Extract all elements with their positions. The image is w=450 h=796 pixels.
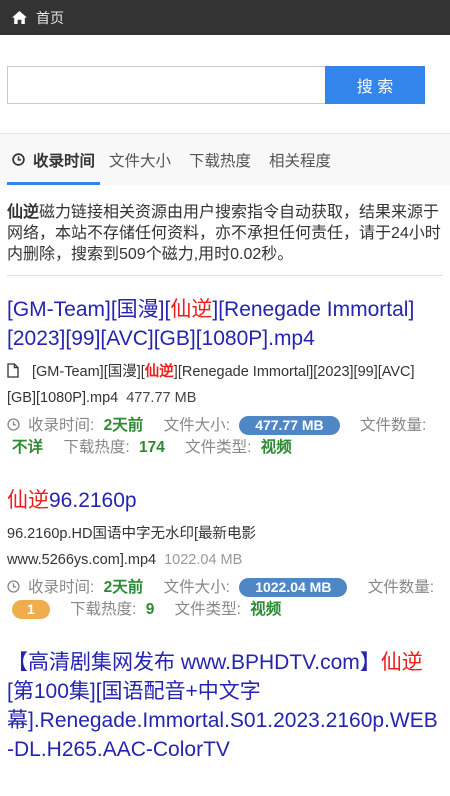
home-link[interactable]: 首页 [12, 8, 64, 28]
result-item: 【高清剧集网发布 www.BPHDTV.com】仙逆 [第100集][国语配音+中… [7, 648, 443, 764]
result-title-link[interactable]: 【高清剧集网发布 www.BPHDTV.com】仙逆 [第100集][国语配音+中… [7, 648, 443, 764]
title-keyword: 仙逆 [380, 651, 423, 674]
meta-added-time: 收录时间: 2天前 [7, 579, 143, 596]
meta-label: 文件类型: [174, 601, 241, 618]
file-size: 1022.04 MB [164, 552, 243, 568]
result-title-link[interactable]: 仙逆96.2160p [7, 486, 443, 515]
meta-file-size: 文件大小: 1022.04 MB [163, 578, 348, 597]
size-badge: 1022.04 MB [239, 578, 348, 597]
meta-label: 文件数量: [359, 417, 427, 434]
type-value: 视频 [260, 439, 292, 456]
home-icon [12, 11, 27, 24]
meta-download-heat: 下载热度: 174 [63, 439, 165, 456]
tab-label: 下载热度 [189, 152, 252, 170]
meta-label: 文件大小: [163, 417, 230, 434]
title-text: 【高清剧集网发布 www.BPHDTV.com】 [7, 651, 381, 674]
meta-label: 下载热度: [70, 601, 137, 618]
search-bar: 搜 索 [0, 35, 450, 133]
added-value: 2天前 [103, 417, 144, 434]
result-item: [GM-Team][国漫][仙逆][Renegade Immortal][202… [7, 295, 443, 459]
tab-sort-by-file-size[interactable]: 文件大小 [100, 134, 180, 185]
meta-added-time: 收录时间: 2天前 [7, 417, 143, 434]
search-notice: 仙逆磁力链接相关资源由用户搜索指令自动获取，结果来源于网络，本站不存储任何资料，… [7, 202, 443, 276]
file-line: [GM-Team][国漫][仙逆][Renegade Immortal][202… [7, 359, 443, 411]
title-text: 96.2160p [49, 489, 137, 512]
tab-sort-by-download-heat[interactable]: 下载热度 [180, 134, 260, 185]
added-value: 2天前 [103, 579, 144, 596]
tab-sort-by-relevance[interactable]: 相关程度 [260, 134, 340, 185]
title-keyword: 仙逆 [170, 298, 213, 321]
file-name: [GM-Team][国漫][ [32, 364, 145, 380]
meta-label: 收录时间: [28, 417, 95, 434]
page: 首页 搜 索 收录时间 文件大小 下载热度 相关程度 仙逆磁力链接相关资源由用户… [0, 0, 450, 796]
file-keyword: 仙逆 [144, 364, 174, 380]
meta-label: 下载热度: [63, 439, 130, 456]
file-line: 96.2160p.HD国语中字无水印[最新电影www.5266ys.com].m… [7, 521, 443, 573]
sort-tabs: 收录时间 文件大小 下载热度 相关程度 [0, 133, 450, 185]
clock-icon [12, 153, 25, 166]
meta-label: 文件类型: [185, 439, 252, 456]
meta-label: 文件大小: [163, 579, 230, 596]
meta-download-heat: 下载热度: 9 [70, 601, 154, 618]
meta-label: 收录时间: [28, 579, 95, 596]
result-meta: 收录时间: 2天前 文件大小: 1022.04 MB 文件数量: 1 下载热度:… [7, 577, 443, 621]
heat-value: 9 [145, 601, 155, 618]
meta-file-size: 文件大小: 477.77 MB [163, 416, 340, 435]
result-item: 仙逆96.2160p 96.2160p.HD国语中字无水印[最新电影www.52… [7, 486, 443, 621]
count-badge: 1 [12, 600, 50, 619]
title-keyword: 仙逆 [7, 489, 49, 512]
file-size: 477.77 MB [126, 390, 197, 406]
meta-file-type: 文件类型: 视频 [185, 439, 292, 456]
file-icon [7, 361, 19, 378]
title-text: [第100集][国语配音+中文字幕].Renegade.Immortal.S01… [7, 680, 438, 761]
tab-label: 收录时间 [33, 152, 96, 170]
top-bar: 首页 [0, 0, 450, 35]
heat-value: 174 [138, 439, 165, 456]
notice-keyword: 仙逆 [7, 204, 40, 221]
result-title-link[interactable]: [GM-Team][国漫][仙逆][Renegade Immortal][202… [7, 295, 443, 353]
size-badge: 477.77 MB [239, 416, 340, 435]
title-text: [GM-Team][国漫][ [7, 298, 171, 321]
notice-text: 磁力链接相关资源由用户搜索指令自动获取，结果来源于网络，本站不存储任何资料，亦不… [7, 204, 441, 263]
home-label: 首页 [36, 9, 64, 26]
type-value: 视频 [250, 601, 282, 618]
result-meta: 收录时间: 2天前 文件大小: 477.77 MB 文件数量: 不详 下载热度:… [7, 415, 443, 459]
clock-icon [7, 578, 20, 593]
search-input[interactable] [7, 66, 325, 104]
clock-icon [7, 416, 20, 431]
search-button[interactable]: 搜 索 [325, 66, 425, 104]
tab-label: 文件大小 [109, 152, 172, 170]
tab-sort-by-added-time[interactable]: 收录时间 [7, 134, 101, 185]
meta-label: 文件数量: [367, 579, 435, 596]
count-value: 不详 [12, 439, 44, 456]
tab-label: 相关程度 [269, 152, 332, 170]
result-list: [GM-Team][国漫][仙逆][Renegade Immortal][202… [0, 276, 450, 764]
meta-file-type: 文件类型: 视频 [175, 601, 282, 618]
